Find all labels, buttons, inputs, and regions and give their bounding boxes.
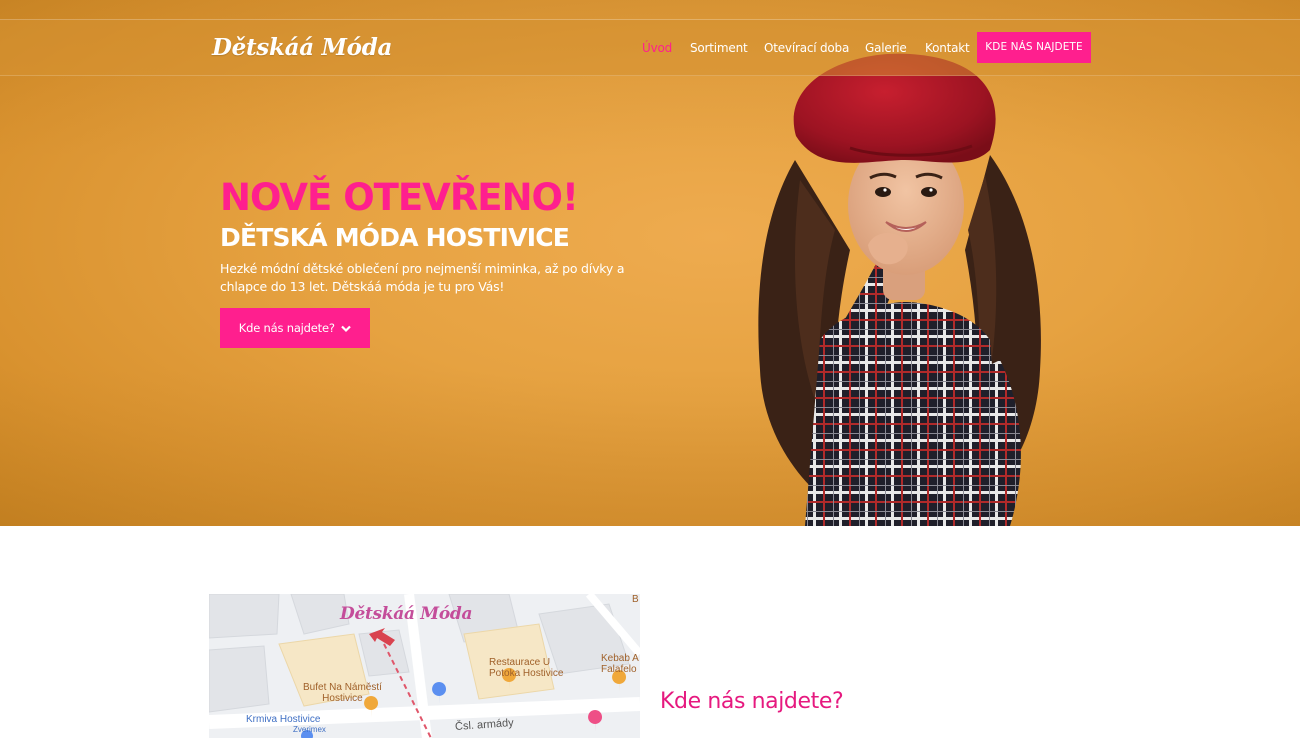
- map-label-bufet: Bufet Na Náměstí Hostivice: [303, 682, 382, 704]
- map-label-bufet-line1: Bufet Na Náměstí: [303, 682, 382, 693]
- map-label-kebab-line1: Kebab A: [601, 653, 639, 664]
- nav-cta-button[interactable]: KDE NÁS NAJDETE: [977, 32, 1091, 63]
- hero-subheadline: DĚTSKÁ MÓDA HOSTIVICE: [220, 223, 570, 252]
- hero-shade: [0, 0, 1300, 526]
- map-label-restaurant: Restaurace U Potoka Hostivice: [489, 657, 563, 679]
- map-label-kebab-line2: Falafelo: [601, 664, 637, 675]
- hero-button-label: Kde nás najdete?: [238, 321, 335, 335]
- nav-item-sortiment[interactable]: Sortiment: [690, 41, 748, 55]
- site-header: Dětskáá Móda Úvod Sortiment Otevírací do…: [0, 20, 1300, 76]
- hero-section: Dětskáá Móda Úvod Sortiment Otevírací do…: [0, 0, 1300, 526]
- map-label-zverimex: Zverimex: [293, 725, 326, 734]
- nav-item-uvod[interactable]: Úvod: [642, 41, 672, 55]
- location-map[interactable]: Dětskáá Móda Restaurace U Potoka Hostivi…: [209, 594, 640, 738]
- site-logo[interactable]: Dětskáá Móda: [212, 34, 392, 61]
- hero-find-us-button[interactable]: Kde nás najdete?: [220, 308, 370, 348]
- map-label-restaurant-line2: Potoka Hostivice: [489, 668, 564, 679]
- map-label-corner: B: [632, 594, 639, 605]
- nav-item-kontakt[interactable]: Kontakt: [925, 41, 970, 55]
- chevron-down-icon: [341, 325, 351, 332]
- map-label-bufet-line2: Hostivice: [322, 693, 363, 704]
- hero-lead-text: Hezké módní dětské oblečení pro nejmenší…: [220, 261, 625, 294]
- hero-girl-image: [758, 53, 1041, 526]
- nav-item-oteviraci-doba[interactable]: Otevírací doba: [764, 41, 849, 55]
- hero-headline: NOVĚ OTEVŘENO!: [220, 176, 579, 219]
- map-logo: Dětskáá Móda: [340, 604, 473, 624]
- map-label-kebab: Kebab A Falafelo: [601, 653, 639, 675]
- nav-item-galerie[interactable]: Galerie: [865, 41, 907, 55]
- location-section-title: Kde nás najdete?: [660, 689, 844, 714]
- map-label-restaurant-line1: Restaurace U: [489, 657, 551, 668]
- map-label-krmiva: Krmiva Hostivice: [246, 714, 321, 725]
